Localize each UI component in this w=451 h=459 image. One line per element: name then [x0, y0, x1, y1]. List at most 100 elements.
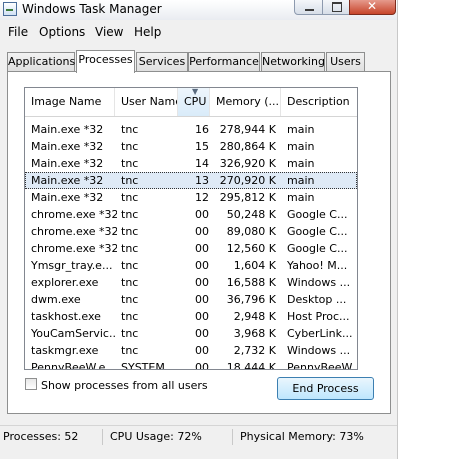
row-description: Google C...: [287, 242, 348, 255]
task-manager-icon: [3, 2, 17, 16]
status-separator: [102, 429, 103, 445]
process-row[interactable]: Main.exe *32 tnc 12 295,812 K main: [25, 189, 357, 206]
row-cpu: 12: [195, 191, 209, 204]
row-user-name: tnc: [121, 327, 139, 340]
process-row[interactable]: chrome.exe *32 tnc 00 89,080 K Google C...: [25, 223, 357, 240]
row-user-name: SYSTEM: [121, 361, 165, 370]
row-cpu: 15: [195, 140, 209, 153]
row-description: main: [287, 174, 315, 187]
row-cpu: 00: [195, 208, 209, 221]
column-memory[interactable]: Memory (...: [210, 88, 281, 116]
menu-view[interactable]: View: [95, 25, 123, 39]
row-image-name: chrome.exe *32: [31, 242, 117, 255]
row-image-name: chrome.exe *32: [31, 208, 117, 221]
row-image-name: explorer.exe: [31, 276, 99, 289]
column-description[interactable]: Description: [281, 88, 357, 116]
status-processes: Processes: 52: [3, 430, 79, 443]
row-image-name: Main.exe *32: [31, 174, 104, 187]
process-row[interactable]: Main.exe *32 tnc 16 278,944 K main: [25, 121, 357, 138]
task-manager-window: Windows Task Manager ✕ File Options View…: [0, 0, 398, 459]
row-description: Desktop ...: [287, 293, 347, 306]
row-memory: 50,248 K: [226, 208, 276, 221]
row-image-name: YouCamServic...: [31, 327, 117, 340]
row-image-name: Ymsgr_tray.e...: [31, 259, 113, 272]
row-description: Yahoo! M...: [287, 259, 348, 272]
menu-file[interactable]: File: [8, 25, 28, 39]
row-cpu: 00: [195, 225, 209, 238]
tab-strip: Applications Processes Services Performa…: [0, 50, 397, 73]
row-cpu: 00: [195, 242, 209, 255]
row-user-name: tnc: [121, 310, 139, 323]
show-all-users-label[interactable]: Show processes from all users: [41, 379, 208, 392]
sort-descending-icon: ▼: [192, 88, 199, 96]
row-cpu: 00: [195, 344, 209, 357]
tab-services[interactable]: Services: [136, 52, 188, 71]
end-process-button[interactable]: End Process: [277, 377, 374, 400]
row-image-name: Main.exe *32: [31, 123, 104, 136]
tab-users[interactable]: Users: [326, 52, 365, 71]
row-memory: 1,604 K: [233, 259, 276, 272]
processes-panel: Image Name User Name ▼ CPU Memory (... D…: [7, 71, 391, 414]
row-description: main: [287, 157, 315, 170]
row-image-name: Main.exe *32: [31, 191, 104, 204]
row-memory: 326,920 K: [219, 157, 276, 170]
menu-options[interactable]: Options: [39, 25, 85, 39]
column-user-name[interactable]: User Name: [115, 88, 178, 116]
status-separator: [232, 429, 233, 445]
process-row[interactable]: chrome.exe *32 tnc 00 50,248 K Google C...: [25, 206, 357, 223]
row-description: main: [287, 191, 315, 204]
row-image-name: Main.exe *32: [31, 140, 104, 153]
row-user-name: tnc: [121, 225, 139, 238]
vertical-scrollbar[interactable]: ▲ ▼: [357, 88, 358, 369]
status-physical-memory: Physical Memory: 73%: [240, 430, 364, 443]
row-user-name: tnc: [121, 174, 139, 187]
row-memory: 295,812 K: [219, 191, 276, 204]
tab-performance[interactable]: Performance: [188, 52, 260, 71]
row-memory: 2,948 K: [233, 310, 276, 323]
maximize-button[interactable]: [322, 0, 350, 15]
process-row[interactable]: Main.exe *32 tnc 15 280,864 K main: [25, 138, 357, 155]
row-description: main: [287, 123, 315, 136]
process-row[interactable]: YouCamServic... tnc 00 3,968 K CyberLink...: [25, 325, 357, 342]
minimize-button[interactable]: [294, 0, 323, 15]
row-user-name: tnc: [121, 344, 139, 357]
row-memory: 270,920 K: [219, 174, 276, 187]
process-row[interactable]: dwm.exe tnc 00 36,796 K Desktop ...: [25, 291, 357, 308]
process-row[interactable]: Ymsgr_tray.e... tnc 00 1,604 K Yahoo! M...: [25, 257, 357, 274]
row-description: Windows ...: [287, 276, 351, 289]
process-row[interactable]: taskmgr.exe tnc 00 2,732 K Windows ...: [25, 342, 357, 359]
row-user-name: tnc: [121, 157, 139, 170]
row-memory: 2,732 K: [233, 344, 276, 357]
row-user-name: tnc: [121, 191, 139, 204]
row-cpu: 00: [195, 259, 209, 272]
tab-processes[interactable]: Processes: [76, 50, 135, 73]
row-memory: 280,864 K: [219, 140, 276, 153]
menu-help[interactable]: Help: [134, 25, 161, 39]
row-description: Google C...: [287, 208, 348, 221]
row-cpu: 13: [195, 174, 209, 187]
row-image-name: Main.exe *32: [31, 157, 104, 170]
process-row[interactable]: Main.exe *32 tnc 13 270,920 K main: [25, 172, 357, 189]
process-row[interactable]: PennyBeeW.e... SYSTEM 00 18,444 K PennyBeeW: [25, 359, 357, 370]
column-cpu[interactable]: ▼ CPU: [178, 88, 210, 116]
column-image-name[interactable]: Image Name: [25, 88, 115, 116]
row-image-name: dwm.exe: [31, 293, 81, 306]
process-list[interactable]: Image Name User Name ▼ CPU Memory (... D…: [24, 87, 358, 370]
row-cpu: 14: [195, 157, 209, 170]
process-row[interactable]: explorer.exe tnc 00 16,588 K Windows ...: [25, 274, 357, 291]
tab-applications[interactable]: Applications: [7, 52, 75, 71]
row-cpu: 00: [195, 310, 209, 323]
row-user-name: tnc: [121, 140, 139, 153]
process-row[interactable]: taskhost.exe tnc 00 2,948 K Host Proc...: [25, 308, 357, 325]
title-bar[interactable]: Windows Task Manager ✕: [0, 0, 397, 20]
row-image-name: taskhost.exe: [31, 310, 101, 323]
process-row[interactable]: chrome.exe *32 tnc 00 12,560 K Google C...: [25, 240, 357, 257]
row-memory: 16,588 K: [226, 276, 276, 289]
show-all-users-checkbox[interactable]: [25, 378, 37, 390]
row-user-name: tnc: [121, 259, 139, 272]
row-description: PennyBeeW: [287, 361, 353, 370]
close-button[interactable]: ✕: [349, 0, 396, 15]
row-image-name: chrome.exe *32: [31, 225, 117, 238]
process-row[interactable]: Main.exe *32 tnc 14 326,920 K main: [25, 155, 357, 172]
tab-networking[interactable]: Networking: [261, 52, 325, 71]
